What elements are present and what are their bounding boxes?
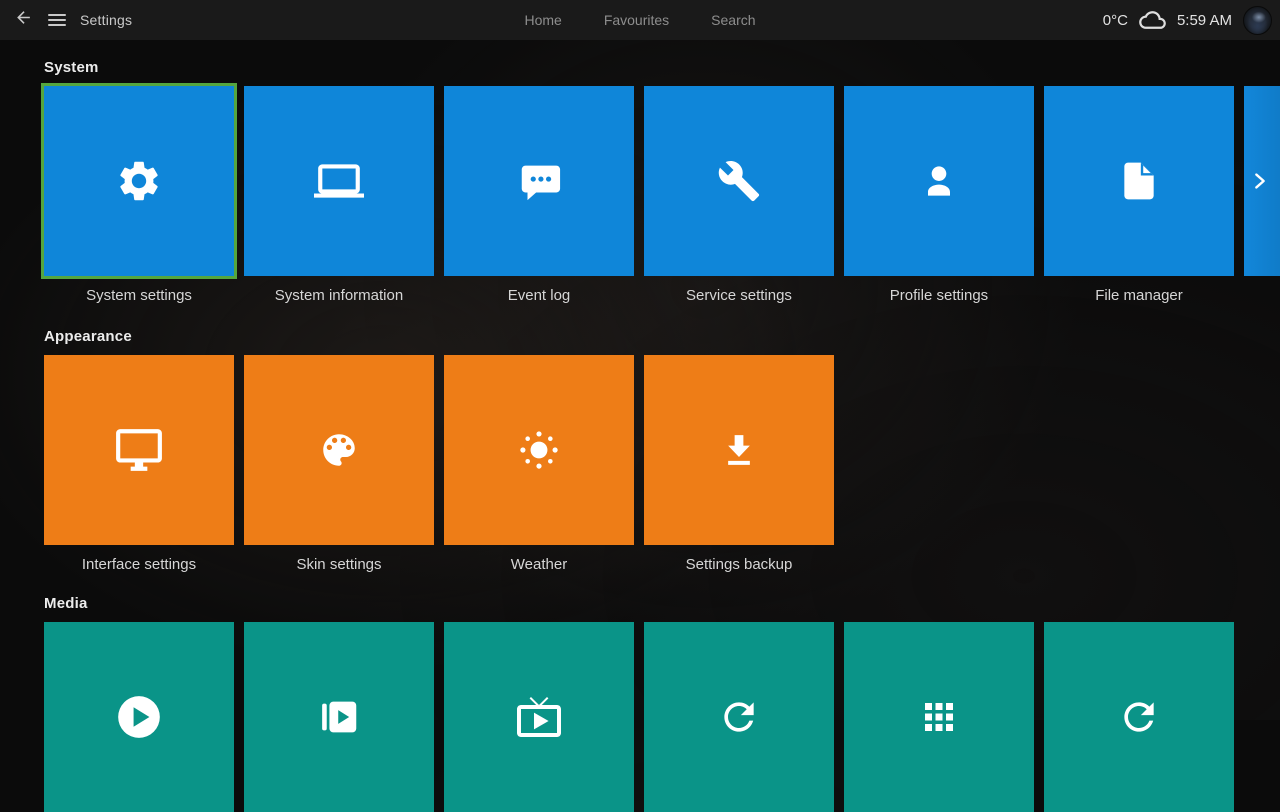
section-appearance: Appearance Interface settings Skin setti… [44,327,834,574]
user-avatar[interactable] [1243,6,1272,35]
tile-row-appearance: Interface settings Skin settings Weather [44,355,834,574]
chevron-right-icon [1249,167,1271,195]
arrow-left-icon [14,8,33,32]
tile-media-3[interactable] [444,622,634,812]
page-title: Settings [80,12,132,28]
tile-label: System settings [44,286,234,305]
live-tv-icon [515,693,563,741]
tile-file-manager[interactable] [1044,86,1234,276]
tile-label: File manager [1044,286,1234,305]
header-nav: Home Favourites Search [0,0,1280,40]
refresh-icon [1117,695,1161,739]
tile-profile-settings[interactable] [844,86,1034,276]
clock-label: 5:59 AM [1177,12,1232,29]
tile-media-5[interactable] [844,622,1034,812]
hamburger-menu-icon [48,14,66,26]
section-title-system: System [44,58,1280,78]
tile-skin-settings[interactable] [244,355,434,545]
sun-icon [516,427,562,473]
tile-settings-backup[interactable] [644,355,834,545]
tile-media-1[interactable] [44,622,234,812]
tile-event-log[interactable] [444,86,634,276]
cloud-icon [1139,10,1166,30]
menu-button[interactable] [46,9,68,31]
download-icon [718,429,760,471]
nav-item-search[interactable]: Search [711,12,755,28]
header-left: Settings [0,9,132,31]
person-icon [917,159,961,203]
wrench-icon [717,159,761,203]
tile-label: Weather [444,555,634,574]
tile-more-system[interactable] [1244,86,1280,276]
file-document-icon [1117,159,1161,203]
tile-label: Interface settings [44,555,234,574]
chat-bubble-icon [516,158,562,204]
section-media: Media [44,594,1234,812]
nav-item-favourites[interactable]: Favourites [604,12,669,28]
temperature-label: 0°C [1103,12,1128,29]
play-circle-icon [114,692,164,742]
palette-icon [318,429,360,471]
gear-icon [115,157,163,205]
apps-grid-icon [918,696,960,738]
tile-label: Settings backup [644,555,834,574]
tile-service-settings[interactable] [644,86,834,276]
monitor-icon [114,425,164,475]
laptop-icon [314,156,364,206]
tile-media-6[interactable] [1044,622,1234,812]
tile-label: Service settings [644,286,834,305]
tile-interface-settings[interactable] [44,355,234,545]
tile-label: System information [244,286,434,305]
tile-label: Profile settings [844,286,1034,305]
back-button[interactable] [12,9,34,31]
tile-label: Skin settings [244,555,434,574]
tile-label: Event log [444,286,634,305]
section-system: System System settings System informatio… [44,58,1280,305]
header-status: 0°C 5:59 AM [1103,6,1280,35]
top-bar: Settings Home Favourites Search 0°C 5:59… [0,0,1280,40]
tile-row-media [44,622,1234,812]
tile-system-settings[interactable] [44,86,234,276]
section-title-media: Media [44,594,1234,614]
tile-media-2[interactable] [244,622,434,812]
nav-item-home[interactable]: Home [524,12,561,28]
section-title-appearance: Appearance [44,327,834,347]
video-library-icon [316,694,362,740]
tile-row-system: System settings System information Event… [44,86,1280,305]
tile-media-4[interactable] [644,622,834,812]
tile-weather[interactable] [444,355,634,545]
refresh-icon [717,695,761,739]
tile-system-information[interactable] [244,86,434,276]
